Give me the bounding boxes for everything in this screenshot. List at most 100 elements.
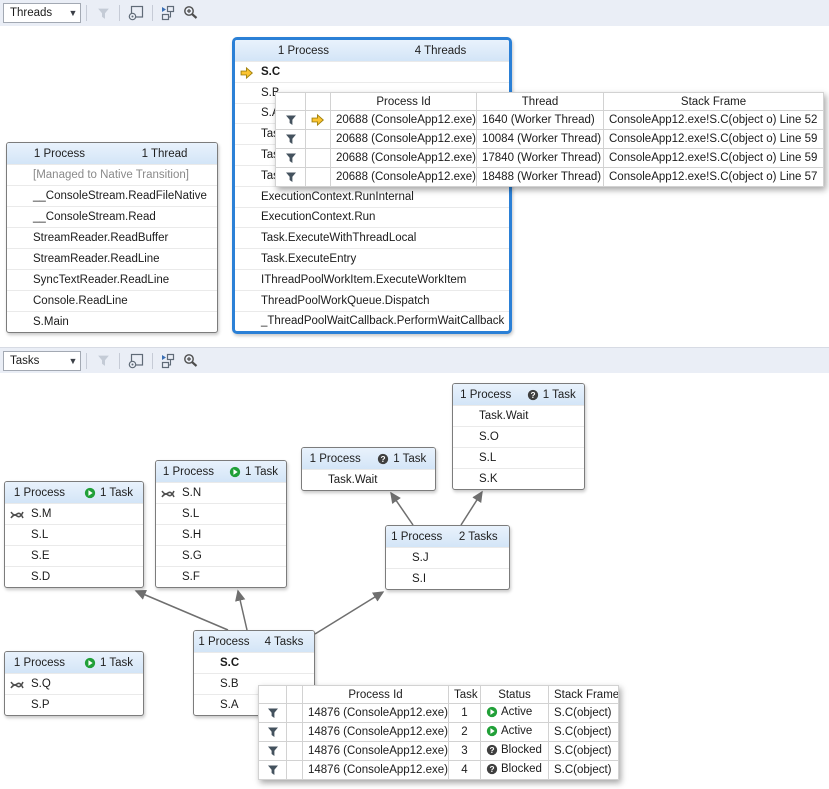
node-header[interactable]: 1 Process 1 Task (156, 461, 286, 482)
stack-node-main-thread[interactable]: 1 Process 1 Thread [Managed to Native Tr… (6, 142, 218, 333)
task-grid-row[interactable]: 14876 (ConsoleApp12.exe) 4 Blocked S.C(o… (259, 761, 619, 780)
stack-frame-row[interactable]: S.E (5, 545, 143, 566)
task-node-wait-large[interactable]: 1 Process 1 Task Task.Wait S.O S.L S.K (452, 383, 585, 490)
stack-frame-row[interactable]: Task.Wait (302, 469, 435, 490)
current-column-header (306, 93, 331, 111)
stack-frame-row[interactable]: __ConsoleStream.Read (7, 206, 217, 227)
stack-frame-row[interactable]: StreamReader.ReadLine (7, 248, 217, 269)
flag-task-button[interactable] (259, 742, 287, 761)
stack-frame-row[interactable]: S.K (453, 468, 584, 489)
stack-frame-row[interactable]: IThreadPoolWorkItem.ExecuteWorkItem (235, 269, 509, 290)
show-external-code-button[interactable] (126, 351, 146, 371)
stack-frame-row[interactable]: S.F (156, 566, 286, 587)
thread-grid-row[interactable]: 20688 (ConsoleApp12.exe) 18488 (Worker T… (276, 168, 824, 187)
show-only-flagged-button[interactable] (93, 3, 113, 23)
node-task-count: 4 Tasks (254, 636, 314, 648)
stack-frame-row-active-elsewhere[interactable]: S.Q (5, 673, 143, 694)
stack-frame-row-current[interactable]: S.C (235, 61, 509, 82)
process-id-cell: 20688 (ConsoleApp12.exe) (331, 168, 477, 187)
stack-frame-row[interactable]: S.I (386, 568, 509, 589)
node-header[interactable]: 1 Process 4 Threads (235, 40, 509, 61)
flag-thread-button[interactable] (276, 130, 306, 149)
node-header[interactable]: 1 Process 1 Task (5, 482, 143, 503)
stack-frame-row[interactable]: S.C (194, 652, 314, 673)
thread-grid-row[interactable]: 20688 (ConsoleApp12.exe) 10084 (Worker T… (276, 130, 824, 149)
task-node-two-tasks[interactable]: 1 Process 2 Tasks S.J S.I (385, 525, 510, 590)
toggle-method-view-button[interactable] (159, 351, 179, 371)
call-arrow (391, 493, 413, 525)
stack-frame-row[interactable]: [Managed to Native Transition] (7, 164, 217, 185)
stack-frame-row[interactable]: S.P (5, 694, 143, 715)
zoom-control-button[interactable] (181, 351, 201, 371)
flag-thread-button[interactable] (276, 111, 306, 130)
zoom-control-button[interactable] (181, 3, 201, 23)
flag-task-button[interactable] (259, 704, 287, 723)
stack-frame-row[interactable]: Task.ExecuteWithThreadLocal (235, 227, 509, 248)
stack-frame-row[interactable]: S.O (453, 426, 584, 447)
flag-thread-button[interactable] (276, 149, 306, 168)
toggle-method-view-button[interactable] (159, 3, 179, 23)
process-id-cell: 14876 (ConsoleApp12.exe) (303, 742, 449, 761)
task-count-label: 1 Task (543, 389, 576, 401)
task-grid-row[interactable]: 14876 (ConsoleApp12.exe) 1 Active S.C(ob… (259, 704, 619, 723)
stack-frame-row[interactable]: _ThreadPoolWaitCallback.PerformWaitCallb… (235, 311, 509, 332)
stack-frame-row[interactable]: Task.ExecuteEntry (235, 248, 509, 269)
task-grid-row[interactable]: 14876 (ConsoleApp12.exe) 2 Active S.C(ob… (259, 723, 619, 742)
task-node-sq[interactable]: 1 Process 1 Task S.Q S.P (4, 651, 144, 716)
status-cell: Blocked (481, 761, 549, 780)
stack-frame-row[interactable]: ThreadPoolWorkQueue.Dispatch (235, 290, 509, 311)
node-header[interactable]: 1 Process 2 Tasks (386, 526, 509, 547)
frame-label: S.M (31, 508, 51, 520)
stack-frame-row[interactable]: Console.ReadLine (7, 290, 217, 311)
toolbar-separator (152, 5, 153, 21)
filter-funnel-icon (96, 6, 111, 21)
view-selector-threads[interactable]: Threads ▼ (3, 3, 81, 23)
stack-frame-row-active-elsewhere[interactable]: S.N (156, 482, 286, 503)
stack-frame-row[interactable]: __ConsoleStream.ReadFileNative (7, 185, 217, 206)
task-grid-row[interactable]: 14876 (ConsoleApp12.exe) 3 Blocked S.C(o… (259, 742, 619, 761)
stack-frame-row[interactable]: SyncTextReader.ReadLine (7, 269, 217, 290)
node-process-count: 1 Process (235, 45, 372, 57)
stack-frame-row[interactable]: S.H (156, 524, 286, 545)
show-only-flagged-button[interactable] (93, 351, 113, 371)
node-process-count: 1 Process (5, 487, 74, 499)
current-indicator-empty (306, 149, 331, 168)
node-header[interactable]: 1 Process 1 Thread (7, 143, 217, 164)
stack-frame-row[interactable]: ExecutionContext.Run (235, 207, 509, 228)
toolbar-separator (86, 5, 87, 21)
task-node-sn[interactable]: 1 Process 1 Task S.N S.L S.H S.G S.F (155, 460, 287, 588)
node-header[interactable]: 1 Process 1 Task (5, 652, 143, 673)
flag-task-button[interactable] (259, 761, 287, 780)
tasks-detail-grid: Process Id Task Status Stack Frame 14876… (258, 685, 619, 780)
stack-frame-cell: S.C(object) (549, 704, 619, 723)
stack-frame-row-active-elsewhere[interactable]: S.M (5, 503, 143, 524)
stack-frame-row[interactable]: StreamReader.ReadBuffer (7, 227, 217, 248)
thread-grid-row[interactable]: 20688 (ConsoleApp12.exe) 1640 (Worker Th… (276, 111, 824, 130)
flag-task-button[interactable] (259, 723, 287, 742)
stack-frame-row[interactable]: S.J (386, 547, 509, 568)
task-node-wait-small[interactable]: 1 Process 1 Task Task.Wait (301, 447, 436, 491)
current-indicator-empty (306, 130, 331, 149)
call-arrow (315, 592, 383, 634)
view-selector-tasks[interactable]: Tasks ▼ (3, 351, 81, 371)
stack-frame-row[interactable]: Task.Wait (453, 405, 584, 426)
thread-grid-row[interactable]: 20688 (ConsoleApp12.exe) 17840 (Worker T… (276, 149, 824, 168)
stack-frame-row[interactable]: S.L (156, 503, 286, 524)
stack-frame-row[interactable]: S.G (156, 545, 286, 566)
stack-frame-row[interactable]: S.L (453, 447, 584, 468)
node-task-count: 1 Task (369, 453, 436, 465)
stack-frame-row[interactable]: S.D (5, 566, 143, 587)
view-selector-value: Tasks (10, 355, 66, 367)
node-header[interactable]: 1 Process 1 Task (453, 384, 584, 405)
thread-cell: 10084 (Worker Thread) (477, 130, 604, 149)
process-id-cell: 14876 (ConsoleApp12.exe) (303, 723, 449, 742)
show-external-code-button[interactable] (126, 3, 146, 23)
node-header[interactable]: 1 Process 4 Tasks (194, 631, 314, 652)
active-status-icon (84, 487, 96, 499)
stack-frame-row[interactable]: S.L (5, 524, 143, 545)
node-header[interactable]: 1 Process 1 Task (302, 448, 435, 469)
flag-thread-button[interactable] (276, 168, 306, 187)
stack-frame-row[interactable]: ExecutionContext.RunInternal (235, 186, 509, 207)
task-node-sm[interactable]: 1 Process 1 Task S.M S.L S.E S.D (4, 481, 144, 588)
stack-frame-row[interactable]: S.Main (7, 311, 217, 332)
